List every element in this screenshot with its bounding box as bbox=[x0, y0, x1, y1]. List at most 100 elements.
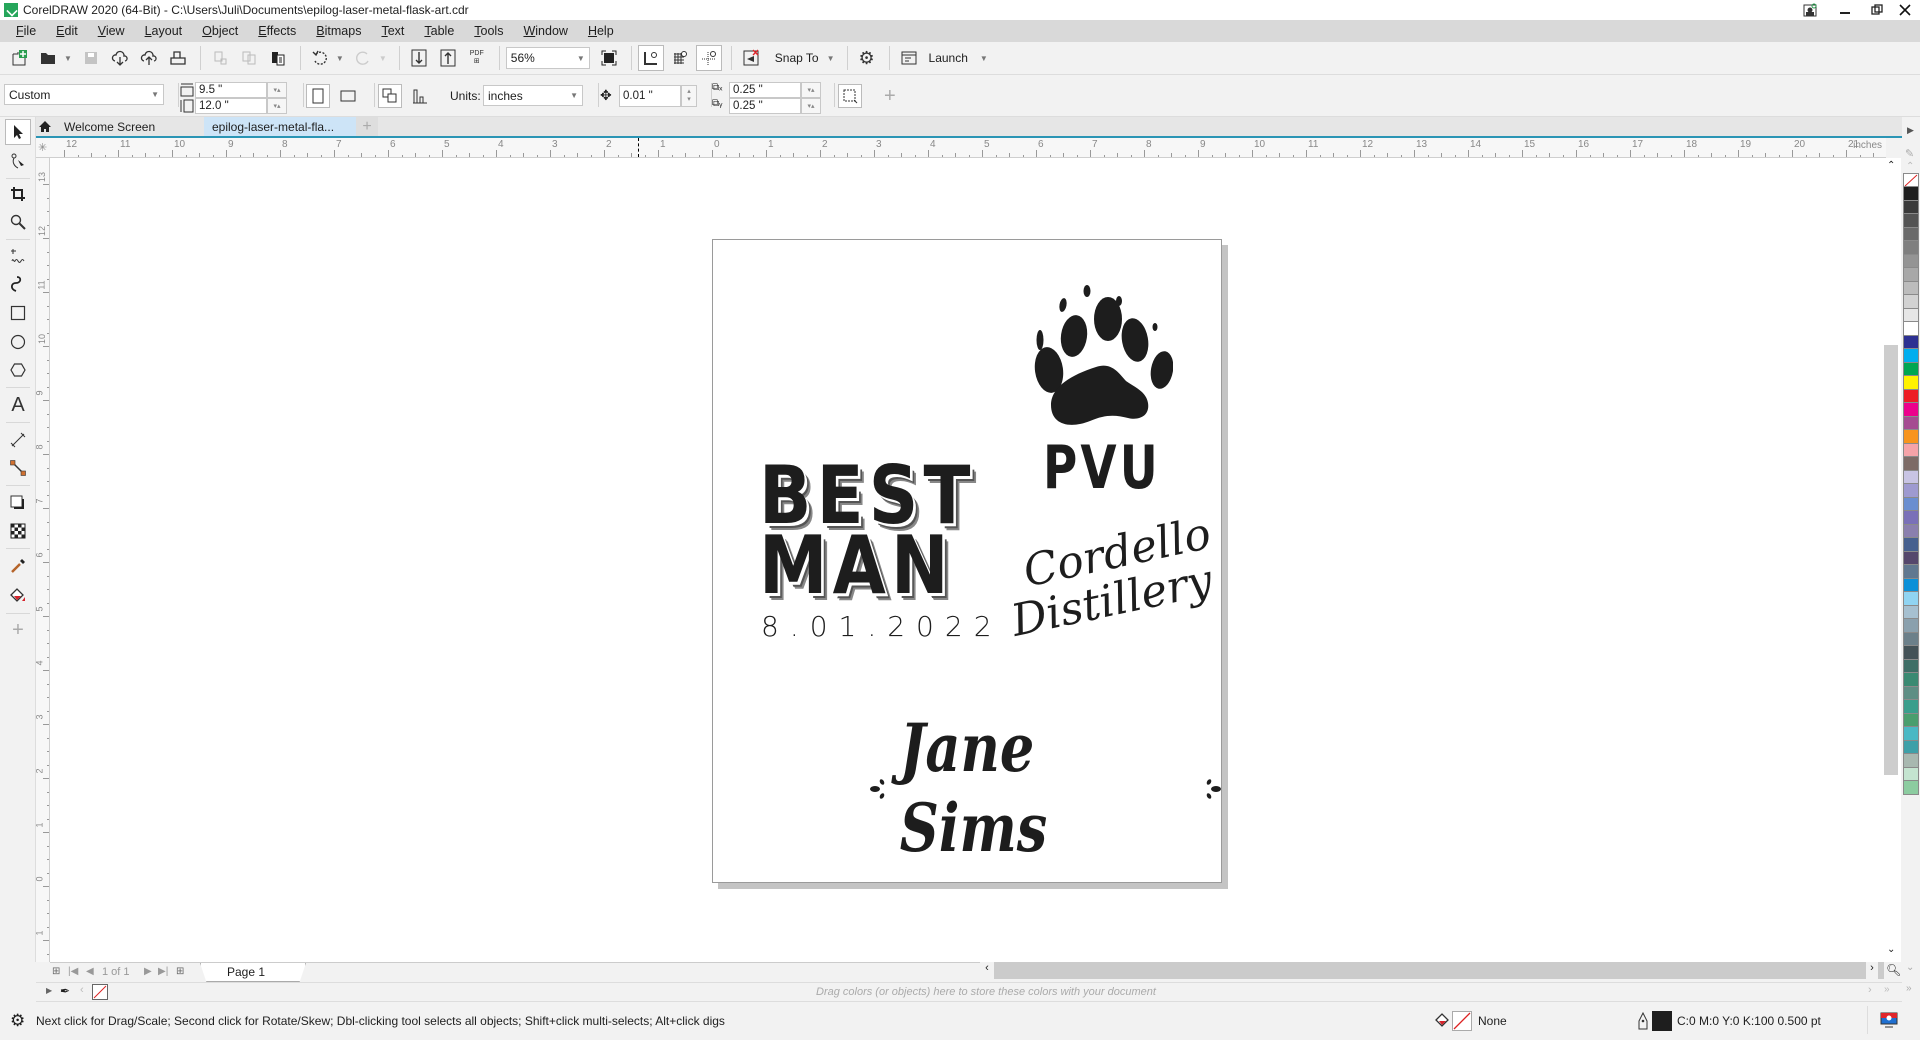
home-icon[interactable] bbox=[36, 117, 54, 136]
previous-page-icon[interactable]: ◀ bbox=[86, 966, 94, 977]
status-settings-gear-icon[interactable]: ⚙ bbox=[10, 1011, 25, 1031]
pick-tool-icon[interactable] bbox=[5, 119, 31, 145]
vertical-ruler[interactable]: 1312111098765432101 bbox=[36, 158, 50, 962]
palette-swatch[interactable] bbox=[1903, 484, 1919, 498]
palette-swatch[interactable] bbox=[1903, 781, 1919, 795]
palette-swatch[interactable] bbox=[1903, 740, 1919, 754]
add-page-before-icon[interactable]: ⊞ bbox=[52, 966, 60, 977]
palette-swatch[interactable] bbox=[1903, 430, 1919, 444]
show-guidelines-icon[interactable] bbox=[695, 45, 722, 71]
palette-swatch[interactable] bbox=[1903, 673, 1919, 687]
palette-swatch[interactable] bbox=[1903, 281, 1919, 295]
add-page-after-icon[interactable]: ⊞ bbox=[176, 966, 184, 977]
palette-swatch[interactable] bbox=[1903, 632, 1919, 646]
page-height-input[interactable]: 12.0 " bbox=[195, 98, 267, 114]
palette-swatch[interactable] bbox=[1903, 659, 1919, 673]
import-icon[interactable] bbox=[406, 45, 432, 71]
zoom-level-combo[interactable]: 56% ▼ bbox=[505, 47, 590, 69]
current-page-icon[interactable] bbox=[408, 84, 432, 108]
cloud-export-icon[interactable] bbox=[136, 45, 162, 71]
palette-swatch[interactable] bbox=[1903, 686, 1919, 700]
page-preset-combo[interactable]: Custom ▼ bbox=[4, 84, 164, 105]
palette-eyedropper-icon[interactable]: ✎ bbox=[1905, 147, 1914, 160]
close-icon[interactable] bbox=[1890, 0, 1920, 20]
palette-swatch[interactable] bbox=[1903, 511, 1919, 525]
snap-dropdown-icon[interactable]: ▼ bbox=[827, 54, 835, 63]
nudge-distance-input[interactable]: 0.01 " bbox=[619, 85, 681, 107]
crop-tool-icon[interactable] bbox=[5, 181, 31, 207]
zoom-to-fit-icon[interactable]: 🔍︎ bbox=[1886, 963, 1901, 977]
scroll-up-icon[interactable]: ⌃ bbox=[1887, 160, 1895, 171]
palette-swatch[interactable] bbox=[1903, 322, 1919, 336]
palette-swatch[interactable] bbox=[1903, 619, 1919, 633]
menu-window[interactable]: Window bbox=[513, 24, 577, 38]
menu-bitmaps[interactable]: Bitmaps bbox=[306, 24, 371, 38]
all-pages-icon[interactable] bbox=[378, 84, 402, 108]
palette-expand-icon[interactable]: ▶ bbox=[1907, 125, 1914, 136]
fill-none-swatch[interactable] bbox=[1452, 1011, 1472, 1031]
palette-swatch[interactable] bbox=[1903, 362, 1919, 376]
open-dropdown-icon[interactable]: ▼ bbox=[64, 54, 72, 63]
new-document-icon[interactable] bbox=[6, 45, 32, 71]
export-icon[interactable] bbox=[435, 45, 461, 71]
palette-swatch[interactable] bbox=[1903, 713, 1919, 727]
palette-swatch[interactable] bbox=[1903, 443, 1919, 457]
palette-scroll-up-icon[interactable]: ⌃ bbox=[1906, 161, 1914, 172]
menu-edit[interactable]: Edit bbox=[46, 24, 88, 38]
text-tool-icon[interactable]: A bbox=[5, 392, 31, 418]
page-1-tab[interactable]: Page 1 bbox=[200, 963, 306, 982]
menu-view[interactable]: View bbox=[88, 24, 135, 38]
drop-shadow-tool-icon[interactable] bbox=[5, 490, 31, 516]
menu-table[interactable]: Table bbox=[414, 24, 464, 38]
menu-tools[interactable]: Tools bbox=[464, 24, 513, 38]
docpal-scroll-left-icon[interactable]: ‹ bbox=[80, 984, 84, 996]
connector-tool-icon[interactable] bbox=[5, 455, 31, 481]
menu-layout[interactable]: Layout bbox=[135, 24, 193, 38]
ellipse-tool-icon[interactable] bbox=[5, 329, 31, 355]
launch-icon[interactable] bbox=[896, 45, 922, 71]
palette-swatch[interactable] bbox=[1903, 497, 1919, 511]
menu-text[interactable]: Text bbox=[371, 24, 414, 38]
palette-swatch[interactable] bbox=[1903, 470, 1919, 484]
palette-swatch[interactable] bbox=[1903, 389, 1919, 403]
menu-effects[interactable]: Effects bbox=[248, 24, 306, 38]
add-tool-icon[interactable]: + bbox=[5, 617, 31, 643]
palette-swatch[interactable] bbox=[1903, 214, 1919, 228]
palette-swatch[interactable] bbox=[1903, 700, 1919, 714]
scroll-down-icon[interactable]: ⌄ bbox=[1887, 944, 1895, 955]
page-height-spinner[interactable]: ▾▴ bbox=[267, 98, 287, 114]
pvu-text[interactable]: PVU bbox=[1043, 438, 1161, 498]
rectangle-tool-icon[interactable] bbox=[5, 300, 31, 326]
duplicate-y-input[interactable]: 0.25 " bbox=[729, 98, 801, 114]
jane-sims-graphic[interactable]: Jane Sims bbox=[869, 708, 1221, 868]
show-rulers-icon[interactable] bbox=[637, 45, 664, 71]
duplicate-x-spinner[interactable]: ▾▴ bbox=[801, 82, 821, 98]
palette-swatch[interactable] bbox=[1903, 200, 1919, 214]
launch-dropdown-icon[interactable]: ▼ bbox=[980, 54, 988, 63]
horizontal-ruler[interactable]: ✳ 12 11 10 9 8 7 6 5 4 3 2 1 0 1 2 3 4 5 6 7 8 9 10 11 12 13 14 15 1… bbox=[36, 138, 1886, 158]
launch-button[interactable]: Launch bbox=[929, 51, 968, 65]
best-man-graphic[interactable]: BEST MAN bbox=[759, 456, 979, 606]
units-combo[interactable]: inches ▼ bbox=[483, 85, 583, 106]
shape-tool-icon[interactable] bbox=[5, 148, 31, 174]
polygon-tool-icon[interactable] bbox=[5, 357, 31, 383]
palette-swatch[interactable] bbox=[1903, 308, 1919, 322]
transparency-tool-icon[interactable] bbox=[5, 518, 31, 544]
docpal-scroll-right-icon[interactable]: › bbox=[1868, 984, 1872, 996]
palette-swatch[interactable] bbox=[1903, 403, 1919, 417]
zoom-tool-icon[interactable] bbox=[5, 209, 31, 235]
print-icon[interactable] bbox=[165, 45, 191, 71]
copy-icon[interactable] bbox=[236, 45, 262, 71]
horizontal-scrollbar[interactable]: ‹ › bbox=[980, 962, 1884, 979]
palette-scroll-down-icon[interactable]: ⌄ bbox=[1906, 962, 1914, 973]
publish-pdf-icon[interactable]: PDF ⊞ bbox=[464, 45, 490, 71]
bezier-tool-icon[interactable] bbox=[5, 271, 31, 297]
open-folder-icon[interactable] bbox=[35, 45, 61, 71]
menu-object[interactable]: Object bbox=[192, 24, 248, 38]
snap-to-button[interactable]: Snap To bbox=[775, 51, 819, 65]
palette-swatch[interactable] bbox=[1903, 268, 1919, 282]
ruler-origin-icon[interactable]: ✳ bbox=[38, 141, 47, 154]
palette-swatch[interactable] bbox=[1903, 187, 1919, 201]
first-page-icon[interactable]: |◀ bbox=[68, 966, 78, 977]
user-login-icon[interactable] bbox=[1795, 0, 1825, 20]
